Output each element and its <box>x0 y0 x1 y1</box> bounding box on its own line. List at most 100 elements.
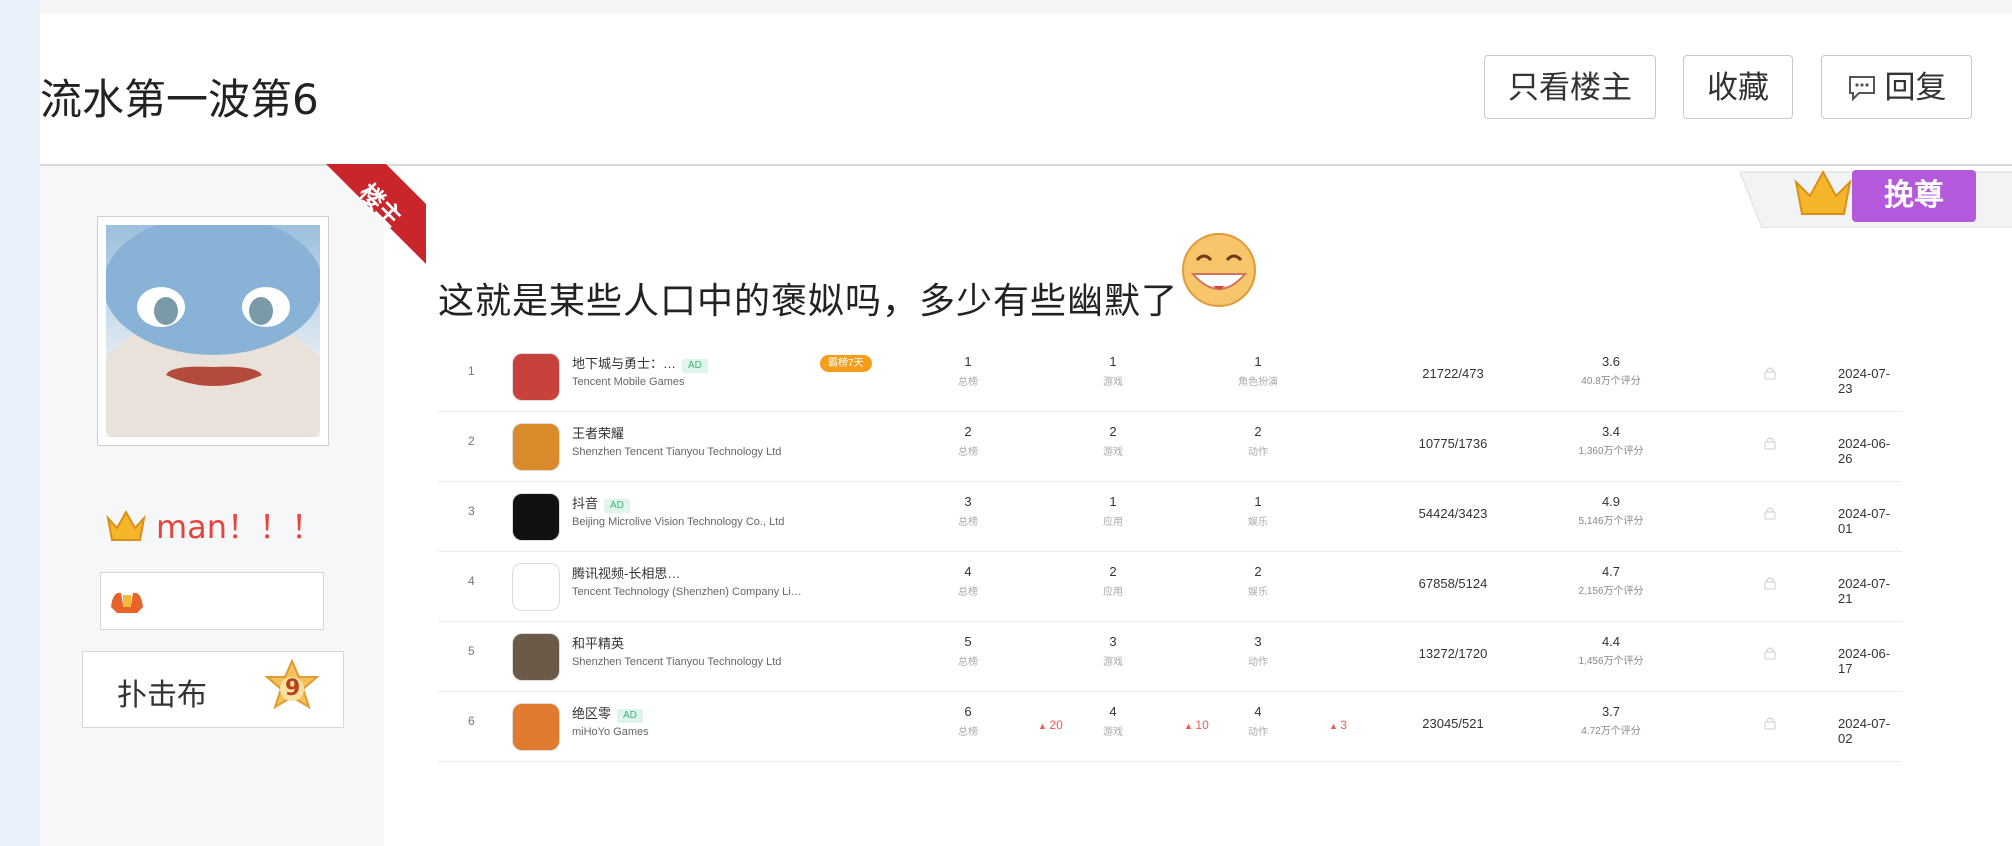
rank-label: 游戏 <box>1103 377 1123 388</box>
table-row[interactable]: 4 腾讯视频-长相思… Tencent Technology (Shenzhen) … <box>438 552 1902 622</box>
volume-value: 23045/521 <box>1422 716 1484 731</box>
app-icon[interactable] <box>512 493 560 541</box>
rank-label: 总榜 <box>958 447 978 458</box>
favorite-button[interactable]: 收藏 <box>1683 55 1793 119</box>
rank-index: 3 <box>468 504 475 518</box>
title-bar: 流水第一波第6 只看楼主 收藏 回复 <box>40 14 2012 166</box>
rank-label: 应用 <box>1103 587 1123 598</box>
rank-value: 4 <box>1109 704 1117 719</box>
app-icon[interactable] <box>512 353 560 401</box>
post-content: 这就是某些人口中的褒姒吗，多少有些幽默了 <box>438 281 1179 322</box>
app-name[interactable]: 腾讯视频-长相思… <box>572 563 680 582</box>
publisher: miHoYo Games <box>572 726 649 738</box>
score-count: 1,456万个评分 <box>1578 656 1644 667</box>
app-name[interactable]: 绝区零 AD <box>572 703 643 723</box>
score-value: 4.7 <box>1601 564 1621 579</box>
rank-cell: 2 娱乐 <box>1238 552 1278 598</box>
score-count: 1,360万个评分 <box>1578 446 1644 457</box>
rank-change-value: 10 <box>1195 718 1209 732</box>
app-name-text[interactable]: 抖音 <box>572 496 598 511</box>
table-row[interactable]: 2 王者荣耀 Shenzhen Tencent Tianyou Technology… <box>438 412 1902 482</box>
rank-cell: 2 应用 <box>1093 552 1133 598</box>
laughing-emoji-icon <box>1182 233 1256 307</box>
lock-icon <box>1764 716 1776 730</box>
rank-index: 2 <box>468 434 475 448</box>
avatar-image <box>106 225 320 437</box>
app-name[interactable]: 王者荣耀 <box>572 423 624 442</box>
rank-cell: 2 动作 <box>1238 412 1278 458</box>
rank-label: 总榜 <box>958 657 978 668</box>
rank-value: 2 <box>1109 564 1117 579</box>
rank-label: 应用 <box>1103 517 1123 528</box>
app-icon[interactable] <box>512 633 560 681</box>
score-value: 3.4 <box>1601 424 1621 439</box>
up-arrow-icon: ▲ <box>1184 721 1196 731</box>
rank-value: 1 <box>964 354 972 369</box>
avatar[interactable] <box>106 225 320 437</box>
publisher: Tencent Mobile Games <box>572 376 685 388</box>
only-op-button[interactable]: 只看楼主 <box>1484 55 1656 119</box>
app-name[interactable]: 地下城与勇士：… AD <box>572 353 708 373</box>
rank-cell: 3 总榜 <box>948 482 988 528</box>
app-name-text[interactable]: 王者荣耀 <box>572 426 624 441</box>
table-row[interactable]: 1 地下城与勇士：… AD Tencent Mobile Games 霸榜7天 1 总榜 1 游… <box>438 342 1902 412</box>
rank-label: 娱乐 <box>1248 587 1268 598</box>
app-name-text[interactable]: 地下城与勇士：… <box>572 356 676 371</box>
score-count: 4.72万个评分 <box>1581 726 1641 737</box>
comment-icon <box>1848 76 1875 102</box>
rank-label: 总榜 <box>958 727 978 738</box>
rank-label: 游戏 <box>1103 447 1123 458</box>
rank-value: 3 <box>964 494 972 509</box>
rank-value: 3 <box>1109 634 1117 649</box>
username-row[interactable]: man！！！ <box>104 502 323 548</box>
thread-card: 流水第一波第6 只看楼主 收藏 回复 楼主 man！！！ 扑击布 9 挽尊 这就… <box>40 14 2012 846</box>
app-name-text[interactable]: 绝区零 <box>572 706 611 721</box>
rank-value: 2 <box>1109 424 1117 439</box>
app-name-text[interactable]: 和平精英 <box>572 636 624 651</box>
publisher: Beijing Microlive Vision Technology Co.,… <box>572 516 785 528</box>
publisher: Shenzhen Tencent Tianyou Technology Ltd <box>572 446 782 458</box>
publisher: Shenzhen Tencent Tianyou Technology Ltd <box>572 656 782 668</box>
thread-title: 流水第一波第6 <box>40 75 319 124</box>
rank-cell: 3 游戏 <box>1093 622 1133 668</box>
rank-label: 动作 <box>1248 657 1268 668</box>
lock-icon <box>1764 506 1776 520</box>
rank-value: 2 <box>1254 564 1262 579</box>
app-icon[interactable] <box>512 563 560 611</box>
rank-label: 游戏 <box>1103 727 1123 738</box>
table-row[interactable]: 5 和平精英 Shenzhen Tencent Tianyou Technology… <box>438 622 1902 692</box>
vip-tag[interactable]: 挽尊 <box>1740 158 2012 228</box>
rank-value: 2 <box>964 424 972 439</box>
level-box: 扑击布 9 <box>82 651 344 728</box>
ranking-table: 1 地下城与勇士：… AD Tencent Mobile Games 霸榜7天 1 总榜 1 游… <box>438 342 1902 762</box>
app-name[interactable]: 抖音 AD <box>572 493 630 513</box>
app-icon[interactable] <box>512 423 560 471</box>
app-icon[interactable] <box>512 703 560 751</box>
table-row[interactable]: 6 绝区零 AD miHoYo Games 6 总榜 ▲ 20 4 游戏 ▲ 10 4 动作 ▲ 3 23… <box>438 692 1902 762</box>
rank-index: 5 <box>468 644 475 658</box>
rank-label: 动作 <box>1248 447 1268 458</box>
up-arrow-icon: ▲ <box>1329 721 1341 731</box>
app-name[interactable]: 和平精英 <box>572 633 624 652</box>
level-number: 9 <box>285 676 301 701</box>
username[interactable]: man！！！ <box>156 508 323 546</box>
avatar-frame[interactable] <box>97 216 329 446</box>
rank-cell: 2 游戏 <box>1093 412 1133 458</box>
app-name-text[interactable]: 腾讯视频-长相思… <box>572 566 680 581</box>
score-cell: 3.7 4.72万个评分 <box>1546 692 1676 737</box>
rank-value: 5 <box>964 634 972 649</box>
reply-button[interactable]: 回复 <box>1821 55 1972 119</box>
rank-label: 动作 <box>1248 727 1268 738</box>
score-cell: 4.4 1,456万个评分 <box>1546 622 1676 667</box>
lock-icon <box>1764 646 1776 660</box>
medal-box <box>100 572 324 630</box>
medal-icon <box>111 592 143 613</box>
score-cell: 4.9 5,146万个评分 <box>1546 482 1676 527</box>
table-row[interactable]: 3 抖音 AD Beijing Microlive Vision Technology… <box>438 482 1902 552</box>
rank-cell: 4 游戏 <box>1093 692 1133 738</box>
rank-cell: 1 娱乐 <box>1238 482 1278 528</box>
release-date: 2024-06-26 <box>1838 436 1891 466</box>
rank-change-value: 20 <box>1049 718 1063 732</box>
score-cell: 4.7 2,156万个评分 <box>1546 552 1676 597</box>
score-value: 3.7 <box>1601 704 1621 719</box>
